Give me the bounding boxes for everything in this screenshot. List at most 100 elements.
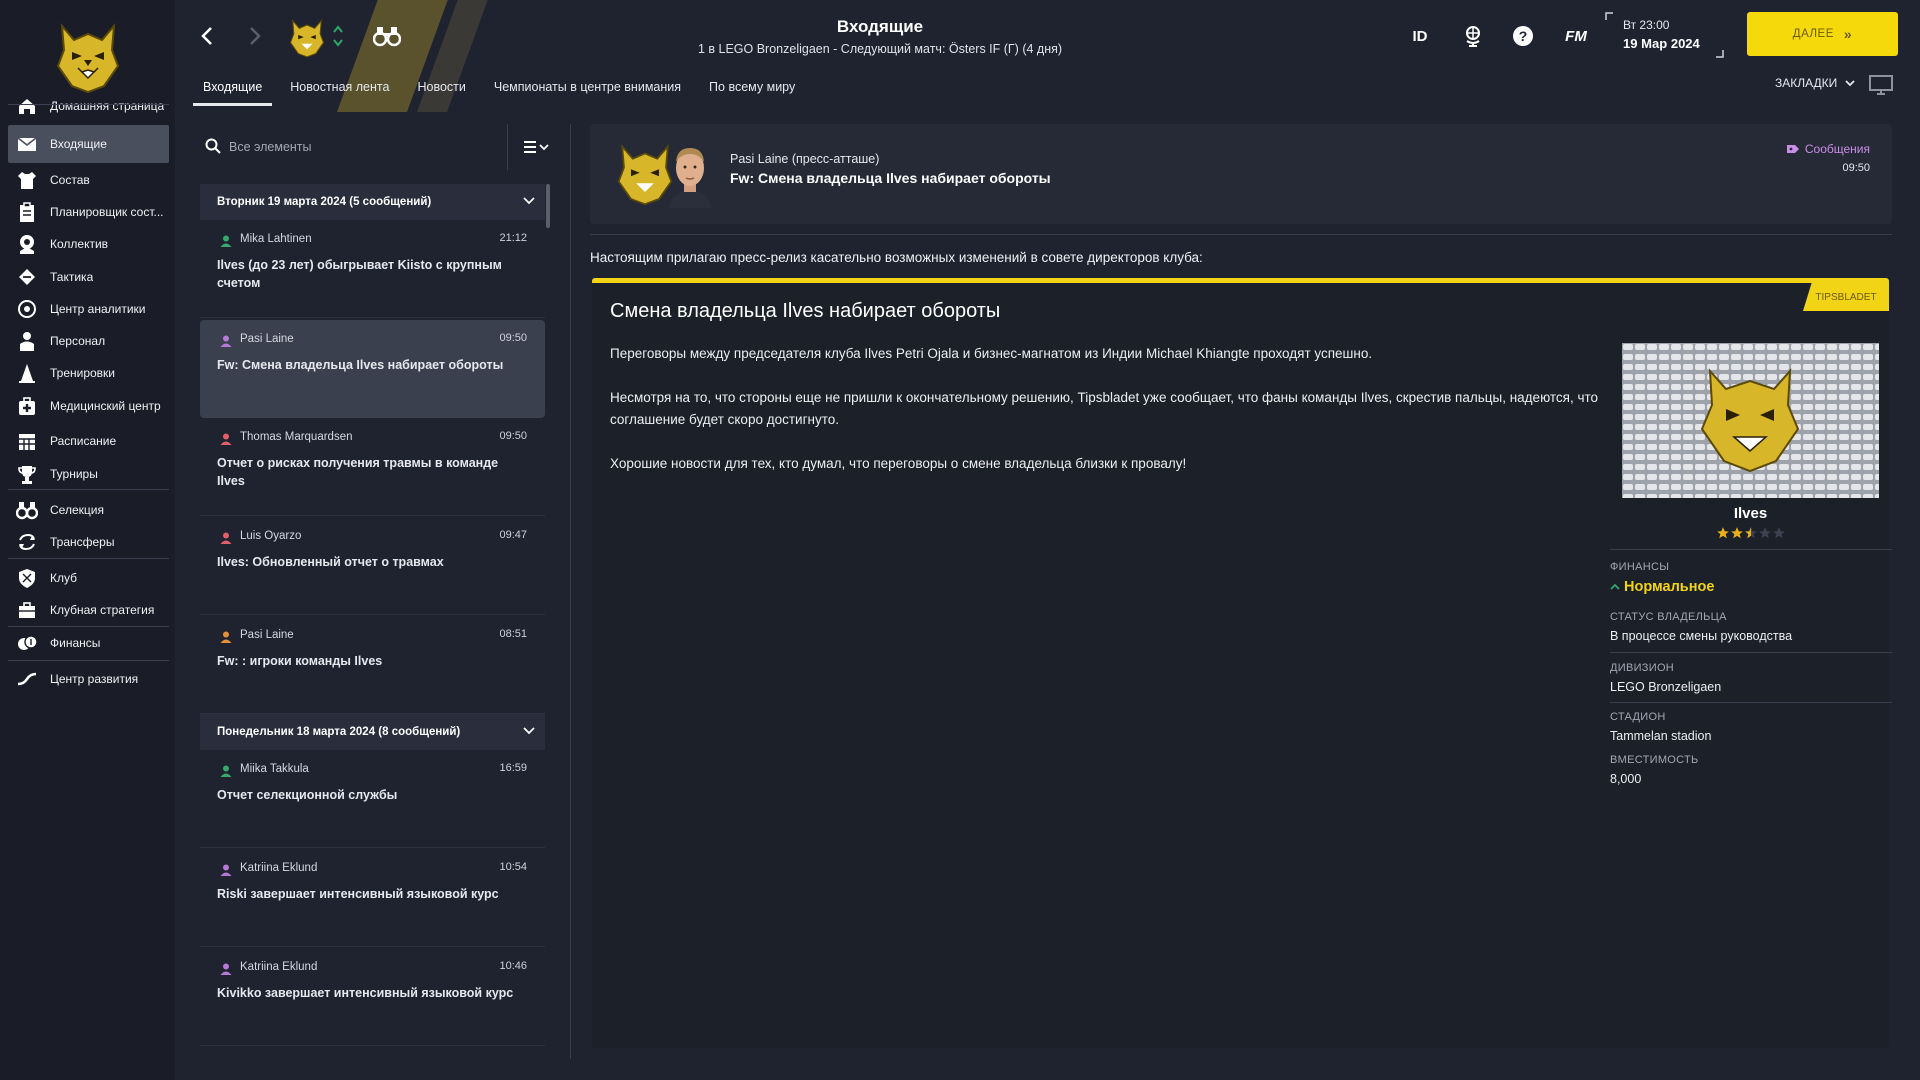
message-list-item[interactable]: Pasi Laine 08:51 Fw: : игроки команды Ilve… bbox=[200, 616, 545, 714]
star-icon bbox=[1758, 527, 1772, 544]
sidebar-item-home[interactable]: Домашняя страница bbox=[8, 87, 169, 125]
message-time: 09:50 bbox=[1842, 162, 1870, 174]
sidebar-item-label: Клубная стратегия bbox=[50, 603, 155, 617]
sidebar-item-label: Центр развития bbox=[50, 672, 139, 686]
message-subject: Fw: Смена владельца Ilves набирает оборо… bbox=[217, 358, 504, 372]
briefcase-icon bbox=[14, 599, 40, 621]
sidebar-item-mail[interactable]: Входящие bbox=[8, 125, 169, 163]
article-paragraph: Несмотря на то, что стороны еще не пришл… bbox=[610, 390, 1599, 427]
club-stadium-photo[interactable] bbox=[1622, 343, 1879, 498]
sidebar-divider bbox=[8, 626, 169, 627]
article-title: Смена владельца Ilves набирает обороты bbox=[610, 300, 1001, 322]
club-reputation-stars bbox=[1622, 526, 1879, 545]
tab-1[interactable]: Новостная лента bbox=[280, 76, 399, 106]
search-input[interactable] bbox=[229, 134, 489, 160]
message-list: Вторник 19 марта 2024 (5 сообщений) Mika … bbox=[200, 184, 545, 1054]
message-list-item[interactable]: Luis Oyarzo 09:47 Ilves: Обновленный отчет… bbox=[200, 517, 545, 615]
owner-status-label: СТАТУС ВЛАДЕЛЬЦА bbox=[1610, 611, 1727, 623]
owner-status-value: В процессе смены руководства bbox=[1610, 629, 1793, 643]
message-time: 09:50 bbox=[499, 332, 527, 344]
message-subject: Отчет о рисках получения травмы в команд… bbox=[217, 456, 499, 488]
sender-avatar[interactable] bbox=[665, 140, 715, 208]
tab-4[interactable]: По всему миру bbox=[699, 76, 805, 106]
view-options-button[interactable] bbox=[507, 124, 563, 170]
day-group-header[interactable]: Вторник 19 марта 2024 (5 сообщений) bbox=[200, 184, 545, 220]
sidebar-item-label: Планировщик сост... bbox=[50, 205, 164, 219]
sidebar-divider bbox=[8, 104, 169, 105]
person-icon bbox=[220, 432, 232, 445]
help-icon[interactable]: ? bbox=[1508, 22, 1538, 50]
message-list-item[interactable]: Katriina Eklund 10:46 Kivikko завершает ин… bbox=[200, 948, 545, 1046]
division-value[interactable]: LEGO Bronzeligaen bbox=[1610, 680, 1721, 694]
message-sender[interactable]: Pasi Laine (пресс-атташе) bbox=[730, 152, 879, 166]
tab-0[interactable]: Входящие bbox=[193, 76, 273, 106]
message-list-item[interactable]: Katriina Eklund 10:54 Riski завершает инте… bbox=[200, 849, 545, 947]
tag-icon bbox=[1786, 145, 1799, 153]
continue-button[interactable]: ДАЛЕЕ » bbox=[1747, 12, 1898, 56]
fm-logo-button[interactable]: FM bbox=[1558, 22, 1594, 50]
sidebar-divider bbox=[8, 660, 169, 661]
stadium-label: СТАДИОН bbox=[1610, 711, 1666, 723]
clipboard-icon bbox=[14, 201, 40, 223]
tab-3[interactable]: Чемпионаты в центре внимания bbox=[484, 76, 691, 106]
chevron-down-icon bbox=[523, 726, 535, 738]
transfer-icon bbox=[14, 531, 40, 553]
search-icon bbox=[205, 138, 221, 154]
message-subject: Ilves (до 23 лет) обыгрывает Kiisto с кр… bbox=[217, 258, 502, 290]
person-icon bbox=[220, 962, 232, 975]
continue-label: ДАЛЕЕ bbox=[1792, 28, 1834, 40]
sidebar-item-transfer[interactable]: Трансферы bbox=[8, 523, 169, 561]
club-name[interactable]: Ilves bbox=[1622, 505, 1879, 522]
message-time: 10:54 bbox=[499, 861, 527, 873]
message-category-tag[interactable]: Сообщения bbox=[1786, 142, 1870, 156]
header: Входящие 1 в LEGO Bronzeligaen - Следующ… bbox=[175, 0, 1920, 112]
message-list-item[interactable]: Mika Lahtinen 21:12 Ilves (до 23 лет) обыг… bbox=[200, 220, 545, 318]
sidebar-item-medical[interactable]: Медицинский центр bbox=[8, 387, 169, 425]
message-subject: Riski завершает интенсивный языковой кур… bbox=[217, 887, 499, 901]
message-from: Thomas Marquardsen bbox=[240, 431, 353, 443]
club-logo-icon[interactable] bbox=[48, 14, 128, 94]
message-intro: Настоящим прилагаю пресс-релиз касательн… bbox=[590, 250, 1203, 265]
article-body: Переговоры между председателя клуба Ilve… bbox=[610, 343, 1610, 497]
search-bar bbox=[197, 124, 563, 170]
monitor-icon[interactable] bbox=[1868, 74, 1894, 96]
message-time: 10:46 bbox=[499, 960, 527, 972]
binoculars-icon bbox=[14, 499, 40, 521]
day-group-header[interactable]: Понедельник 18 марта 2024 (8 сообщений) bbox=[200, 714, 545, 750]
message-subject: Ilves: Обновленный отчет о травмах bbox=[217, 555, 444, 569]
message-list-item[interactable]: Thomas Marquardsen 09:50 Отчет о рисках по… bbox=[200, 418, 545, 516]
sidebar-item-development[interactable]: Центр развития bbox=[8, 660, 169, 698]
world-icon[interactable] bbox=[1458, 22, 1488, 50]
article-paragraph: Переговоры между председателя клуба Ilve… bbox=[610, 346, 1373, 361]
list-scrollbar[interactable] bbox=[546, 184, 550, 228]
mail-icon bbox=[14, 133, 40, 155]
sidebar-item-label: Коллектив bbox=[50, 237, 109, 251]
sidebar-item-label: Центр аналитики bbox=[50, 302, 146, 316]
tactics-icon bbox=[14, 266, 40, 288]
bookmarks-dropdown[interactable]: ЗАКЛАДКИ bbox=[1775, 76, 1855, 90]
clock-date: 19 Мар 2024 bbox=[1623, 36, 1700, 51]
person-icon bbox=[220, 234, 232, 247]
press-release-article: TIPSBLADET Смена владельца Ilves набирае… bbox=[592, 278, 1892, 1048]
sidebar-item-label: Персонал bbox=[50, 334, 106, 348]
message-list-item[interactable]: Pasi Laine 09:50 Fw: Смена владельца Ilves… bbox=[200, 320, 545, 418]
staff-icon bbox=[14, 330, 40, 352]
message-time: 08:51 bbox=[499, 628, 527, 640]
sidebar-item-label: Медицинский центр bbox=[50, 399, 161, 413]
bookmarks-label: ЗАКЛАДКИ bbox=[1775, 76, 1838, 90]
sidebar-divider bbox=[8, 489, 169, 490]
sidebar-item-trophy[interactable]: Турниры bbox=[8, 455, 169, 493]
person-icon bbox=[220, 863, 232, 876]
page-title: Входящие bbox=[836, 17, 924, 36]
id-button[interactable]: ID bbox=[1405, 22, 1435, 50]
sidebar-item-money[interactable]: Финансы bbox=[8, 624, 169, 662]
message-subject: Отчет селекционной службы bbox=[217, 788, 398, 802]
message-from: Pasi Laine bbox=[240, 629, 294, 641]
tab-2[interactable]: Новости bbox=[407, 76, 475, 106]
message-subject: Fw: : игроки команды Ilves bbox=[217, 654, 383, 668]
game-clock: Вт 23:00 19 Мар 2024 bbox=[1605, 12, 1725, 58]
message-list-item[interactable]: Miika Takkula 16:59 Отчет селекционной слу… bbox=[200, 750, 545, 848]
divider bbox=[590, 234, 1892, 235]
next-match-info[interactable]: 1 в LEGO Bronzeligaen - Следующий матч: … bbox=[175, 42, 1585, 56]
analytics-icon bbox=[14, 298, 40, 320]
